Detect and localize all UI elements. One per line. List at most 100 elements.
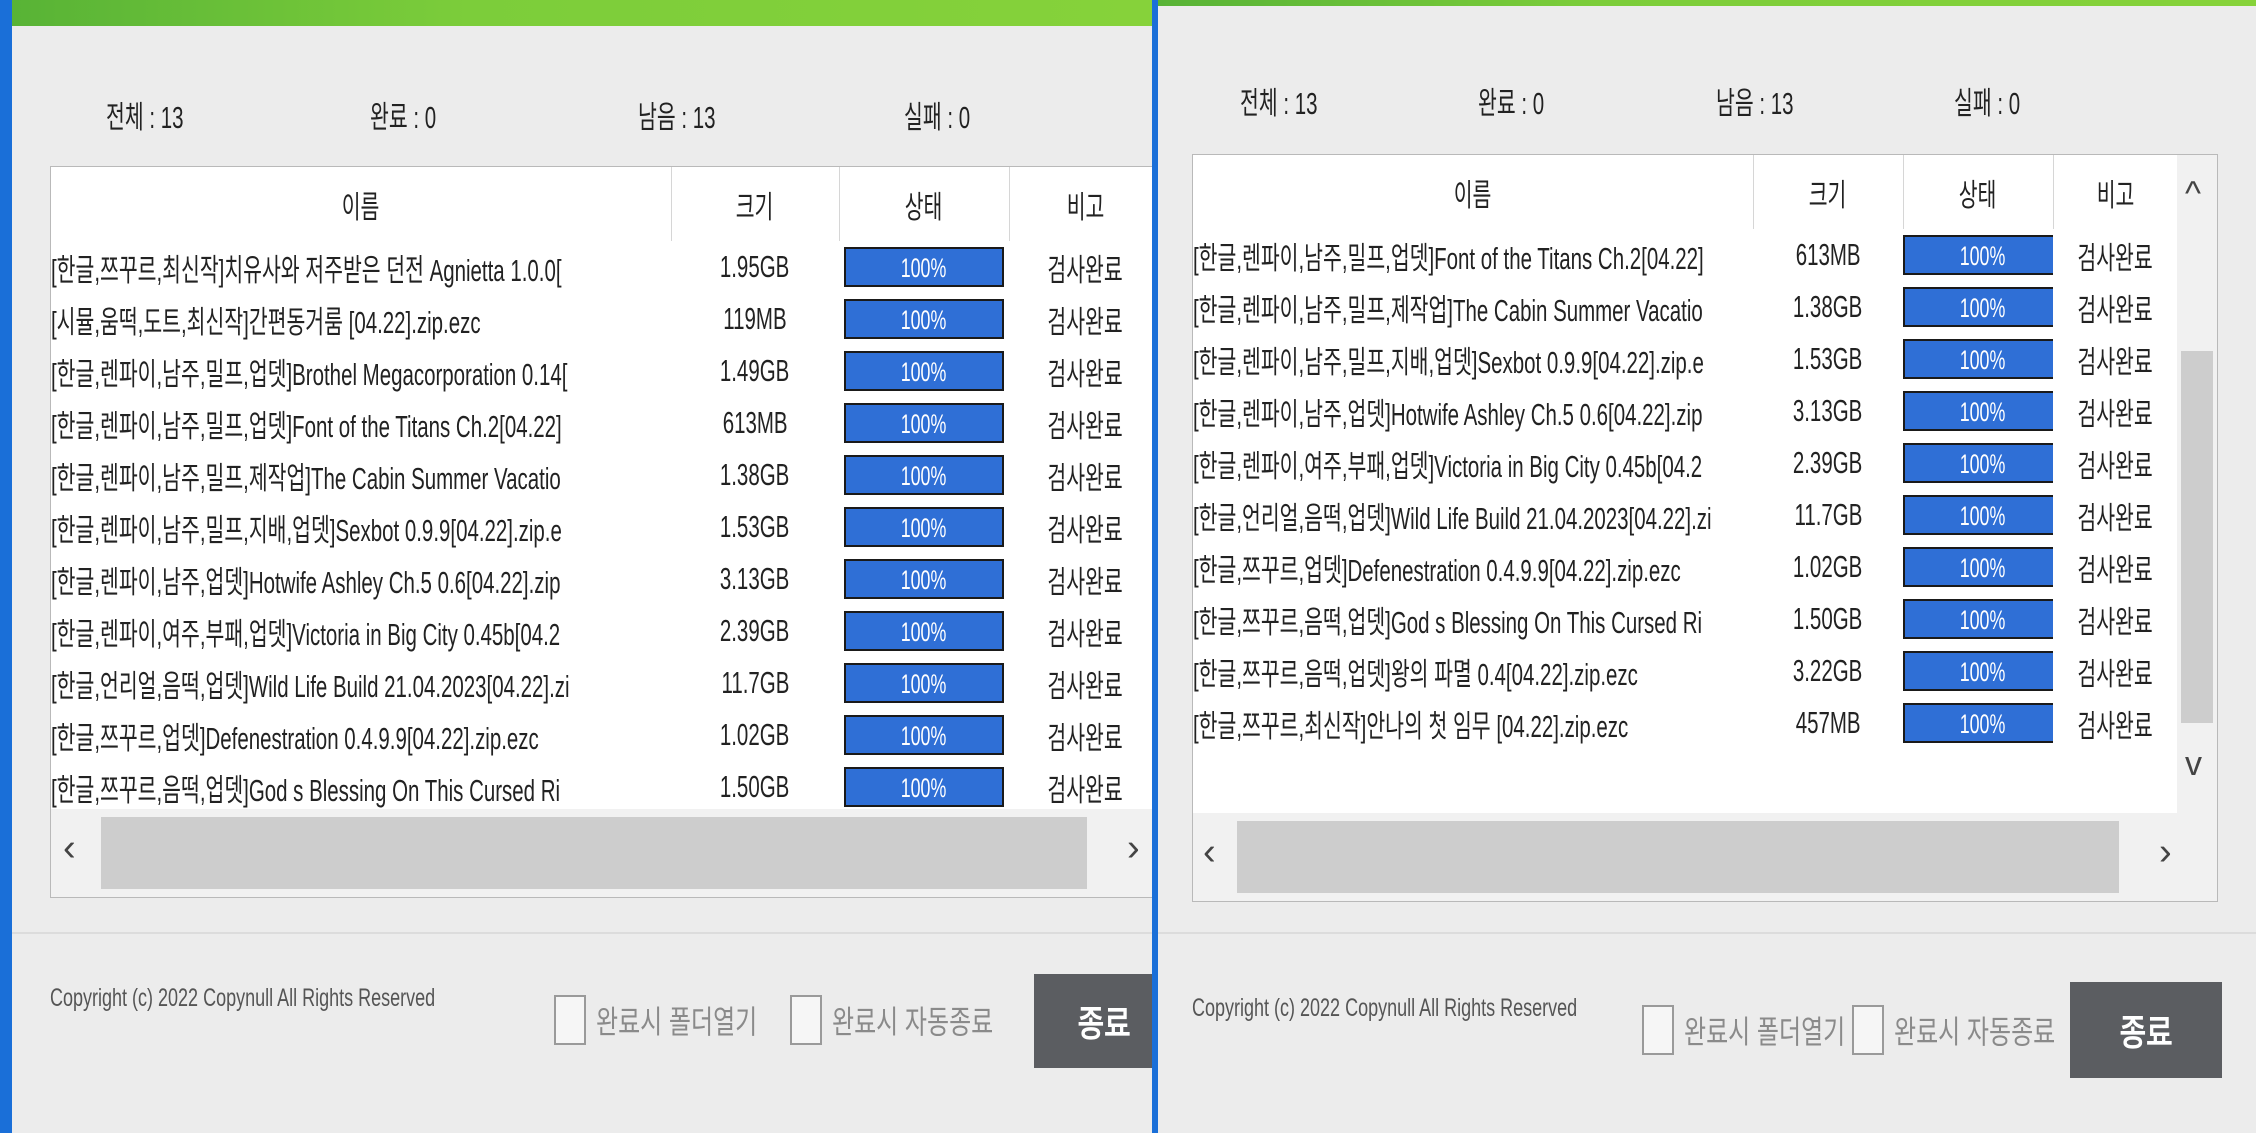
progress-label: 100% [901,513,947,543]
file-name-cell: [한글,쯔꾸르,업뎃]Defenestration 0.4.9.9[04.22]… [1193,541,1753,593]
status-cell: 100% [1903,281,2053,333]
auto-exit-checkbox[interactable]: 완료시 자동종료 [790,995,1047,1045]
progress-label: 100% [1960,345,2006,375]
file-name: [한글,렌파이,남주,밀프,업뎃]Brothel Megacorporation… [51,356,568,392]
column-header-note[interactable]: 비고 [2053,155,2177,229]
note-cell: 검사완료 [1009,241,1152,293]
scroll-left-icon[interactable]: ‹ [1203,831,1216,874]
table-row[interactable]: [한글,언리얼,음떡,업뎃]Wild Life Build 21.04.2023… [51,657,1152,709]
table-row[interactable]: [한글,렌파이,남주,밀프,제작업]The Cabin Summer Vacat… [1193,281,2177,333]
table-row[interactable]: [한글,쯔꾸르,음떡,업뎃]God s Blessing On This Cur… [1193,593,2177,645]
table-row[interactable]: [한글,쯔꾸르,최신작]안나의 첫 임무 [04.22].zip.ezc 457M… [1193,697,2177,749]
table-row[interactable]: [시뮬,움떡,도트,최신작]간편동거룸 [04.22].zip.ezc 119MB… [51,293,1152,345]
progress-label: 100% [901,253,947,283]
file-name: [한글,쯔꾸르,업뎃]Defenestration 0.4.9.9[04.22]… [51,720,539,756]
file-size-cell: 1.38GB [671,449,839,501]
note-text: 검사완료 [2077,448,2153,484]
file-name: [한글,렌파이,남주,업뎃]Hotwife Ashley Ch.5 0.6[04… [51,564,561,600]
scroll-thumb[interactable] [1237,821,2119,893]
column-header-note[interactable]: 비고 [1009,167,1152,241]
progress-bar: 100% [844,559,1004,599]
checkbox-box[interactable] [1852,1005,1884,1055]
horizontal-scrollbar[interactable]: ‹ › [51,809,1152,897]
checkbox-label: 완료시 폴더열기 [596,1004,758,1040]
table-row[interactable]: [한글,렌파이,남주,밀프,지배,업뎃]Sexbot 0.9.9[04.22].… [1193,333,2177,385]
stat-fail: 실패0 [904,92,970,137]
stats-bar: 전체13 완료0 남음13 실패0 [1158,78,2256,121]
column-header-name[interactable]: 이름 [1193,155,1754,229]
table-row[interactable]: [한글,렌파이,남주,밀프,지배,업뎃]Sexbot 0.9.9[04.22].… [51,501,1152,553]
column-header-size[interactable]: 크기 [671,167,840,241]
file-size: 1.53GB [720,509,790,544]
scroll-thumb[interactable] [101,817,1087,889]
progress-label: 100% [1960,241,2006,271]
horizontal-scrollbar[interactable]: ‹ › [1193,813,2217,901]
column-header-name[interactable]: 이름 [51,167,672,241]
table-row[interactable]: [한글,쯔꾸르,음떡,업뎃]God s Blessing On This Cur… [51,761,1152,813]
progress-bar: 100% [1903,599,2053,639]
file-size: 1.38GB [720,457,790,492]
scroll-left-icon[interactable]: ‹ [63,827,76,870]
progress-bar: 100% [1903,547,2053,587]
table-row[interactable]: [한글,쯔꾸르,업뎃]Defenestration 0.4.9.9[04.22]… [1193,541,2177,593]
table-row[interactable]: [한글,렌파이,여주,부패,업뎃]Victoria in Big City 0.… [51,605,1152,657]
scroll-down-icon[interactable]: v [2185,745,2202,784]
status-cell: 100% [1903,489,2053,541]
file-size: 3.13GB [720,561,790,596]
progress-bar: 100% [1903,495,2053,535]
progress-label: 100% [901,305,947,335]
table-row[interactable]: [한글,렌파이,남주,밀프,제작업]The Cabin Summer Vacat… [51,449,1152,501]
table-row[interactable]: [한글,렌파이,남주,업뎃]Hotwife Ashley Ch.5 0.6[04… [1193,385,2177,437]
table-row[interactable]: [한글,렌파이,남주,업뎃]Hotwife Ashley Ch.5 0.6[04… [51,553,1152,605]
table-row[interactable]: [한글,언리얼,음떡,업뎃]Wild Life Build 21.04.2023… [1193,489,2177,541]
scroll-up-icon[interactable]: ^ [2185,175,2201,214]
left-window: 전체13 완료0 남음13 실패0 이름 크기 상태 비고 [한글,쯔꾸르,최신… [12,0,1152,1133]
column-header-status[interactable]: 상태 [1903,155,2054,229]
stat-remain: 남음13 [638,92,715,137]
file-size: 11.7GB [721,665,789,700]
note-cell: 검사완료 [2053,541,2177,593]
scroll-right-icon[interactable]: › [1127,827,1140,870]
exit-button[interactable]: 종료 [2070,982,2222,1078]
scroll-right-icon[interactable]: › [2159,831,2172,874]
file-size-cell: 1.53GB [671,501,839,553]
note-text: 검사완료 [2077,656,2153,692]
file-name-cell: [한글,렌파이,남주,업뎃]Hotwife Ashley Ch.5 0.6[04… [51,553,671,605]
column-header-status[interactable]: 상태 [839,167,1010,241]
progress-bar: 100% [1903,235,2053,275]
file-size: 3.13GB [1793,393,1863,428]
progress-bar: 100% [844,455,1004,495]
progress-label: 100% [901,565,947,595]
file-name-cell: [한글,쯔꾸르,업뎃]Defenestration 0.4.9.9[04.22]… [51,709,671,761]
progress-bar: 100% [844,351,1004,391]
table-header-row: 이름 크기 상태 비고 [1193,155,2177,229]
file-name: [한글,렌파이,남주,밀프,제작업]The Cabin Summer Vacat… [1193,292,1703,328]
progress-label: 100% [1960,501,2006,531]
table-row[interactable]: [한글,렌파이,남주,밀프,업뎃]Font of the Titans Ch.2… [51,397,1152,449]
table-row[interactable]: [한글,쯔꾸르,업뎃]Defenestration 0.4.9.9[04.22]… [51,709,1152,761]
table-row[interactable]: [한글,쯔꾸르,최신작]치유사와 저주받은 던전 Agnietta 1.0.0[… [51,241,1152,293]
file-name: [한글,쯔꾸르,음떡,업뎃]왕의 파멸 0.4[04.22].zip.ezc [1193,656,1638,692]
column-header-size[interactable]: 크기 [1753,155,1904,229]
progress-bar: 100% [844,247,1004,287]
footer-divider [1158,932,2256,934]
checkbox-box[interactable] [790,995,822,1045]
table-row[interactable]: [한글,렌파이,남주,밀프,업뎃]Font of the Titans Ch.2… [1193,229,2177,281]
note-cell: 검사완료 [2053,229,2177,281]
scroll-thumb[interactable] [2181,351,2213,723]
file-size-cell: 1.49GB [671,345,839,397]
checkbox-box[interactable] [554,995,586,1045]
vertical-scrollbar[interactable]: ^ v [2177,155,2217,815]
checkbox-box[interactable] [1642,1005,1674,1055]
table-row[interactable]: [한글,렌파이,남주,밀프,업뎃]Brothel Megacorporation… [51,345,1152,397]
status-cell: 100% [1903,593,2053,645]
exit-button[interactable]: 종료 [1034,974,1152,1068]
table-row[interactable]: [한글,렌파이,여주,부패,업뎃]Victoria in Big City 0.… [1193,437,2177,489]
file-table[interactable]: 이름 크기 상태 비고 [한글,쯔꾸르,최신작]치유사와 저주받은 던전 Agn… [50,166,1152,898]
table-row[interactable]: [한글,쯔꾸르,음떡,업뎃]왕의 파멸 0.4[04.22].zip.ezc 3.… [1193,645,2177,697]
file-table[interactable]: 이름 크기 상태 비고 [한글,렌파이,남주,밀프,업뎃]Font of the… [1192,154,2218,902]
file-name-cell: [한글,렌파이,남주,밀프,제작업]The Cabin Summer Vacat… [51,449,671,501]
open-folder-checkbox[interactable]: 완료시 폴더열기 [554,995,811,1045]
file-size: 2.39GB [1793,445,1863,480]
progress-bar: 100% [1903,703,2053,743]
